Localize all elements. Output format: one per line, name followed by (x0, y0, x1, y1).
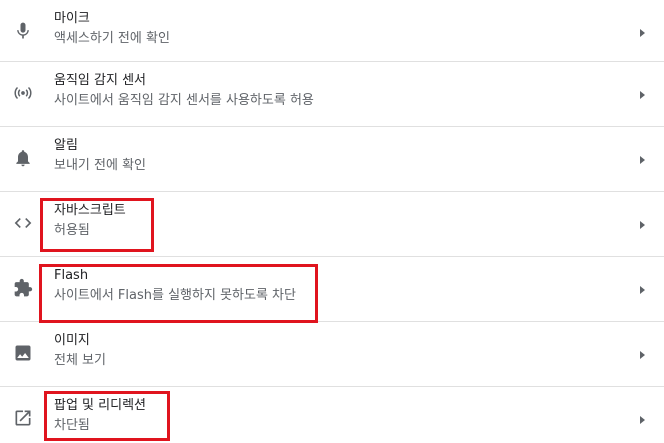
chevron-right-icon (637, 346, 647, 359)
setting-subtitle: 사이트에서 Flash를 실행하지 못하도록 차단 (54, 288, 296, 303)
setting-subtitle: 사이트에서 움직임 감지 센서를 사용하도록 허용 (54, 93, 314, 108)
open-in-new-icon (12, 407, 34, 429)
puzzle-icon (12, 277, 34, 299)
chevron-right-icon (637, 24, 647, 37)
setting-title: 움직임 감지 센서 (54, 73, 146, 88)
setting-subtitle: 액세스하기 전에 확인 (54, 31, 170, 46)
chevron-right-icon (637, 216, 647, 229)
chevron-right-icon (637, 411, 647, 424)
setting-row-microphone[interactable]: 마이크 액세스하기 전에 확인 (0, 0, 664, 65)
microphone-icon (12, 20, 34, 42)
setting-title: 마이크 (54, 11, 90, 26)
bell-icon (12, 147, 34, 169)
setting-title: 알림 (54, 138, 78, 153)
setting-subtitle: 보내기 전에 확인 (54, 158, 146, 173)
setting-row-images[interactable]: 이미지 전체 보기 (0, 321, 664, 386)
chevron-right-icon (637, 281, 647, 294)
setting-row-notifications[interactable]: 알림 보내기 전에 확인 (0, 126, 664, 191)
setting-title: 자바스크립트 (54, 203, 126, 218)
code-icon (12, 212, 34, 234)
chevron-right-icon (637, 86, 647, 99)
setting-row-popups[interactable]: 팝업 및 리디렉션 차단됨 (0, 386, 664, 443)
setting-subtitle: 허용됨 (54, 223, 90, 238)
setting-subtitle: 전체 보기 (54, 353, 106, 368)
setting-title: 팝업 및 리디렉션 (54, 398, 146, 413)
chevron-right-icon (637, 151, 647, 164)
setting-row-flash[interactable]: Flash 사이트에서 Flash를 실행하지 못하도록 차단 (0, 256, 664, 321)
setting-title: 이미지 (54, 333, 90, 348)
motion-sensor-icon (12, 82, 34, 104)
setting-subtitle: 차단됨 (54, 418, 90, 433)
setting-row-javascript[interactable]: 자바스크립트 허용됨 (0, 191, 664, 256)
image-icon (12, 342, 34, 364)
site-settings-list: 마이크 액세스하기 전에 확인 움직임 감지 센서 사이트에서 움직임 감지 센… (0, 0, 664, 443)
setting-title: Flash (54, 268, 89, 283)
setting-row-motion-sensors[interactable]: 움직임 감지 센서 사이트에서 움직임 감지 센서를 사용하도록 허용 (0, 61, 664, 126)
